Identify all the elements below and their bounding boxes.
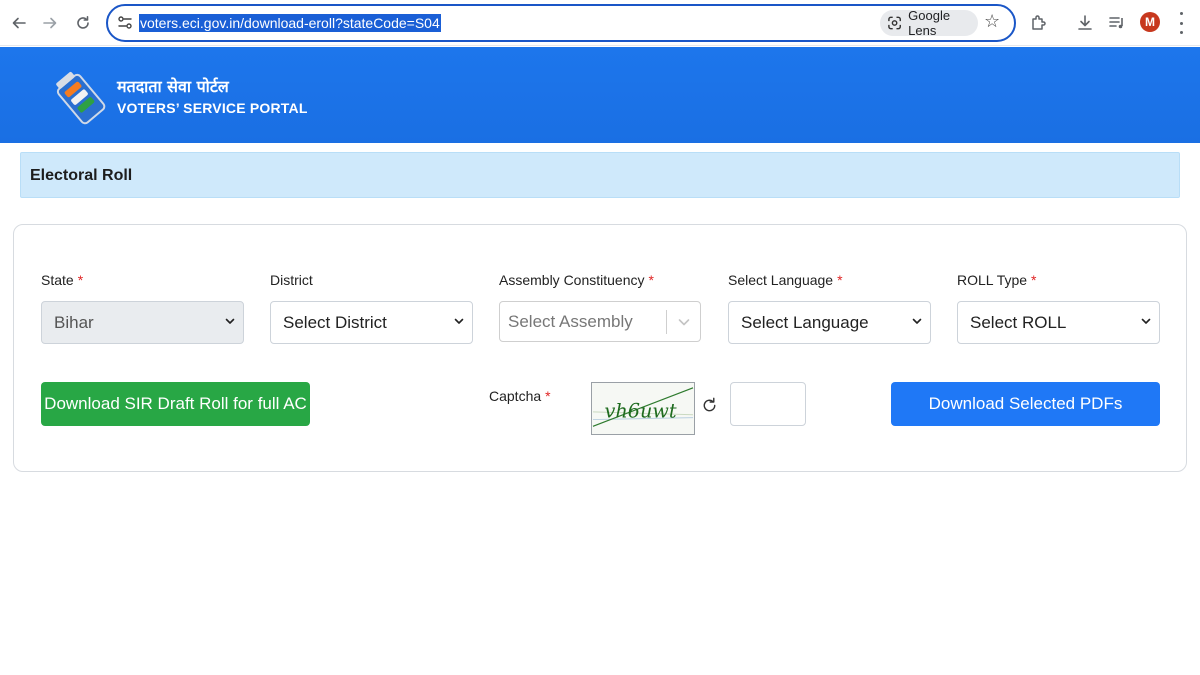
- roll-type-value: Select ROLL: [970, 312, 1067, 332]
- browser-toolbar: voters.eci.gov.in/download-eroll?stateCo…: [0, 0, 1200, 46]
- required-marker: *: [77, 272, 84, 288]
- district-value: Select District: [283, 312, 387, 332]
- profile-avatar[interactable]: M: [1140, 12, 1160, 32]
- assembly-select[interactable]: Select Assembly: [499, 301, 701, 342]
- required-marker: *: [1031, 272, 1037, 288]
- menu-icon[interactable]: [1176, 12, 1186, 34]
- google-lens-button[interactable]: Google Lens: [880, 8, 978, 38]
- language-label: Select Language *: [728, 272, 843, 288]
- district-select[interactable]: Select District: [270, 301, 473, 344]
- state-select[interactable]: Bihar: [41, 301, 244, 344]
- download-sir-draft-button[interactable]: Download SIR Draft Roll for full AC: [41, 382, 310, 426]
- required-marker: *: [545, 388, 551, 404]
- captcha-label: Captcha *: [489, 388, 551, 404]
- extensions-icon[interactable]: [1027, 11, 1051, 35]
- address-bar[interactable]: voters.eci.gov.in/download-eroll?stateCo…: [106, 4, 1016, 42]
- google-lens-icon: [888, 16, 901, 30]
- url-text[interactable]: voters.eci.gov.in/download-eroll?stateCo…: [139, 14, 441, 32]
- section-header: Electoral Roll: [20, 152, 1180, 198]
- download-selected-pdfs-button[interactable]: Download Selected PDFs: [891, 382, 1160, 426]
- roll-type-label: ROLL Type *: [957, 272, 1037, 288]
- state-value: Bihar: [54, 312, 94, 332]
- brand-hindi-title: मतदाता सेवा पोर्टल: [117, 77, 229, 96]
- portal-header: मतदाता सेवा पोर्टल VOTERS’ SERVICE PORTA…: [0, 47, 1200, 143]
- reload-icon[interactable]: [71, 11, 95, 35]
- bookmark-star-icon[interactable]: ☆: [984, 12, 1000, 32]
- chevron-down-icon: [225, 318, 235, 324]
- state-label: State *: [41, 272, 84, 288]
- district-label: District: [270, 272, 313, 288]
- brand-english-title: VOTERS’ SERVICE PORTAL: [117, 100, 308, 116]
- media-controls-icon[interactable]: [1105, 11, 1129, 35]
- back-icon[interactable]: [7, 11, 31, 35]
- required-marker: *: [837, 272, 843, 288]
- site-info-icon[interactable]: [116, 14, 134, 32]
- refresh-captcha-icon[interactable]: [700, 396, 719, 415]
- chevron-down-icon: [1141, 318, 1151, 324]
- download-icon[interactable]: [1073, 11, 1097, 35]
- indicator-separator: [666, 310, 667, 334]
- roll-type-select[interactable]: Select ROLL: [957, 301, 1160, 344]
- chevron-down-icon: [454, 318, 464, 324]
- language-value: Select Language: [741, 312, 869, 332]
- captcha-text: vh6uwt: [605, 400, 677, 423]
- google-lens-label: Google Lens: [908, 8, 951, 38]
- captcha-image: vh6uwt: [591, 382, 695, 435]
- captcha-input[interactable]: [730, 382, 806, 426]
- chevron-down-icon: [912, 318, 922, 324]
- eroll-form-card: State * Bihar District Select District As…: [13, 224, 1187, 472]
- assembly-placeholder: Select Assembly: [508, 312, 633, 331]
- required-marker: *: [648, 272, 654, 288]
- assembly-label: Assembly Constituency *: [499, 272, 654, 288]
- forward-icon[interactable]: [38, 11, 62, 35]
- language-select[interactable]: Select Language: [728, 301, 931, 344]
- chevron-down-icon[interactable]: [678, 316, 690, 328]
- eci-logo-icon[interactable]: [52, 67, 112, 127]
- page-title: Electoral Roll: [30, 167, 133, 184]
